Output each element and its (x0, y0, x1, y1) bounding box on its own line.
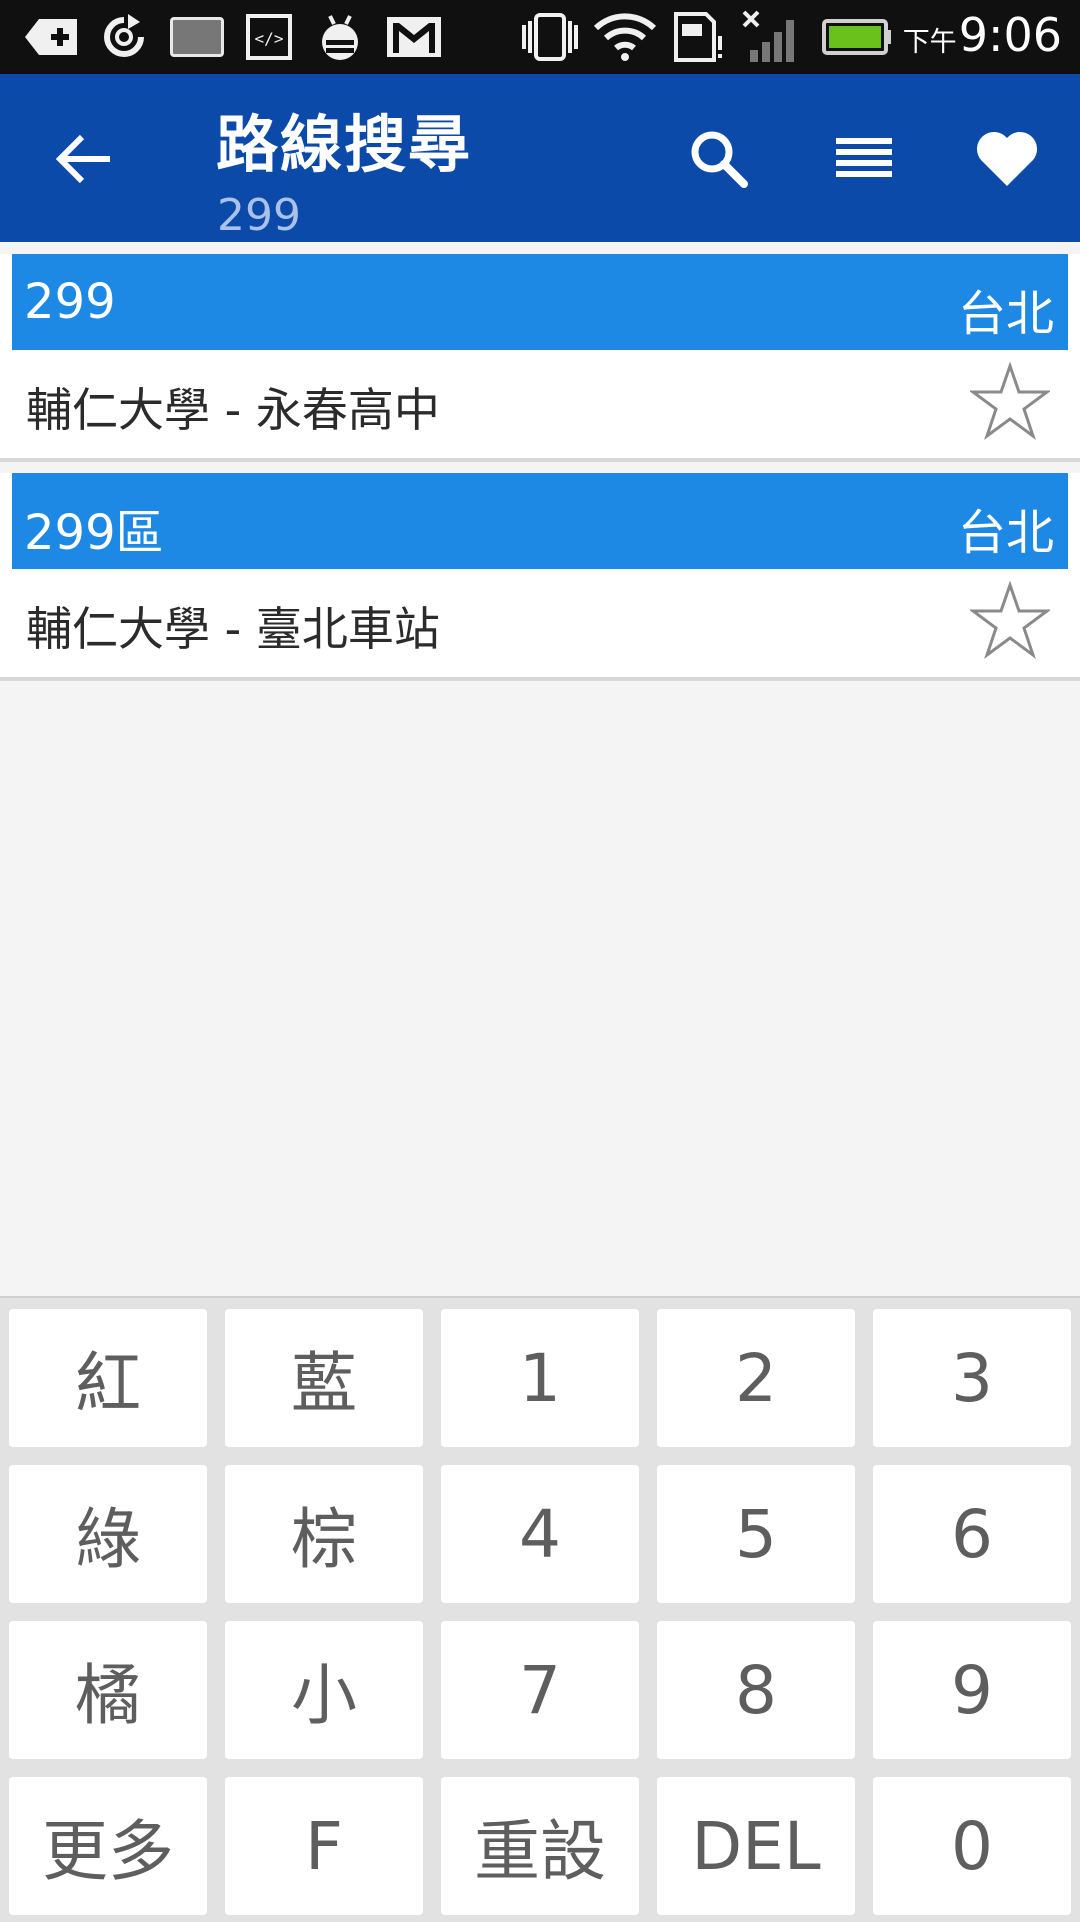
key-f[interactable]: F (225, 1777, 423, 1915)
key-9[interactable]: 9 (873, 1621, 1071, 1759)
key-6[interactable]: 6 (873, 1465, 1071, 1603)
route-number: 299 (24, 274, 116, 330)
sim-icon (672, 12, 724, 62)
key-small[interactable]: 小 (225, 1621, 423, 1759)
star-icon[interactable] (968, 361, 1052, 442)
back-arrow-icon[interactable] (50, 124, 120, 194)
app-bar: 路線搜尋 299 (0, 74, 1080, 242)
key-5[interactable]: 5 (657, 1465, 855, 1603)
route-description: 輔仁大學 - 臺北車站 (26, 602, 440, 656)
add-icon (20, 14, 82, 60)
gmail-icon (384, 14, 444, 60)
battery-icon (822, 14, 892, 60)
key-7[interactable]: 7 (441, 1621, 639, 1759)
heart-icon[interactable] (972, 124, 1042, 194)
key-2[interactable]: 2 (657, 1309, 855, 1447)
route-result-item[interactable]: 299區 台北 輔仁大學 - 臺北車站 (0, 473, 1080, 681)
divider (0, 458, 1080, 462)
key-0[interactable]: 0 (873, 1777, 1071, 1915)
route-header: 299區 台北 (12, 473, 1068, 569)
key-green[interactable]: 綠 (9, 1465, 207, 1603)
list-icon[interactable] (830, 124, 900, 194)
code-icon: </> (246, 14, 292, 60)
key-reset[interactable]: 重設 (441, 1777, 639, 1915)
sync-icon (96, 14, 152, 60)
key-blue[interactable]: 藍 (225, 1309, 423, 1447)
route-city: 台北 (957, 286, 1054, 342)
vibrate-icon (518, 13, 582, 61)
key-4[interactable]: 4 (441, 1465, 639, 1603)
status-time: 下午 9:06 (903, 8, 1062, 68)
bug-icon (312, 14, 368, 60)
key-3[interactable]: 3 (873, 1309, 1071, 1447)
wifi-icon (592, 13, 658, 61)
route-number: 299區 (24, 505, 164, 561)
status-bar: </> 下午 9:06 (0, 0, 1080, 74)
key-red[interactable]: 紅 (9, 1309, 207, 1447)
route-city: 台北 (957, 505, 1054, 561)
divider (0, 677, 1080, 681)
search-icon[interactable] (684, 124, 754, 194)
route-result-item[interactable]: 299 台北 輔仁大學 - 永春高中 (0, 254, 1080, 462)
route-keypad: 紅 藍 1 2 3 綠 棕 4 5 6 橘 小 7 8 9 更多 F 重設 DE… (0, 1296, 1080, 1922)
status-ampm: 下午 (902, 27, 957, 58)
key-delete[interactable]: DEL (657, 1777, 855, 1915)
star-icon[interactable] (968, 580, 1052, 661)
page-title: 路線搜尋 (216, 108, 473, 181)
route-header: 299 台北 (12, 254, 1068, 350)
key-1[interactable]: 1 (441, 1309, 639, 1447)
page-subtitle: 299 (217, 190, 301, 241)
image-icon (168, 14, 226, 60)
route-description: 輔仁大學 - 永春高中 (26, 383, 440, 437)
key-more[interactable]: 更多 (9, 1777, 207, 1915)
key-8[interactable]: 8 (657, 1621, 855, 1759)
no-signal-icon (742, 10, 804, 62)
key-brown[interactable]: 棕 (225, 1465, 423, 1603)
status-clock: 9:06 (958, 8, 1062, 62)
svg-text:</>: </> (255, 29, 284, 48)
key-orange[interactable]: 橘 (9, 1621, 207, 1759)
